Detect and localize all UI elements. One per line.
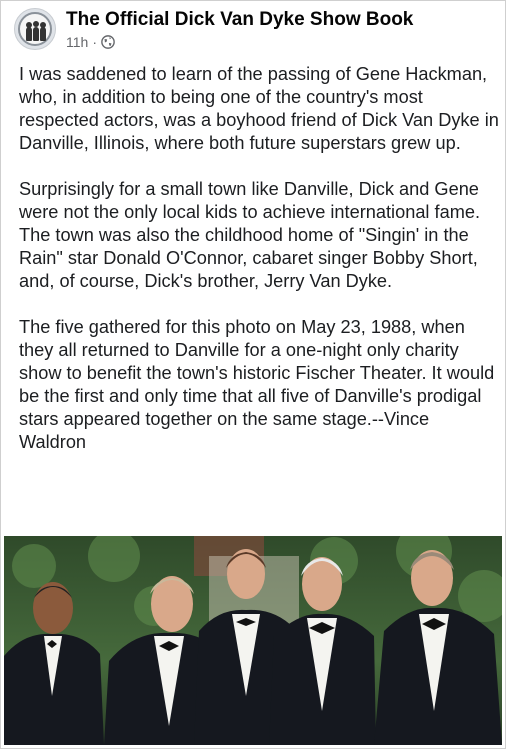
globe-icon[interactable] <box>101 35 115 49</box>
avatar-figure <box>26 27 32 41</box>
post-paragraph: Surprisingly for a small town like Danvi… <box>19 179 481 291</box>
avatar-figure <box>33 27 39 41</box>
post-paragraph: The five gathered for this photo on May … <box>19 317 495 452</box>
page-avatar[interactable] <box>14 8 56 50</box>
page-name-link[interactable]: The Official Dick Van Dyke Show Book <box>66 8 413 32</box>
separator-dot: · <box>92 34 97 50</box>
group-photo <box>4 536 502 745</box>
post-photo[interactable] <box>4 536 502 745</box>
post-paragraph: I was saddened to learn of the passing o… <box>19 64 499 153</box>
post-body: I was saddened to learn of the passing o… <box>19 63 499 477</box>
post-meta: The Official Dick Van Dyke Show Book 11h… <box>66 8 413 50</box>
post-header: The Official Dick Van Dyke Show Book 11h… <box>14 8 413 50</box>
avatar-figure <box>40 27 46 41</box>
post-subline: 11h · <box>66 34 413 50</box>
post-timestamp[interactable]: 11h <box>66 34 88 50</box>
